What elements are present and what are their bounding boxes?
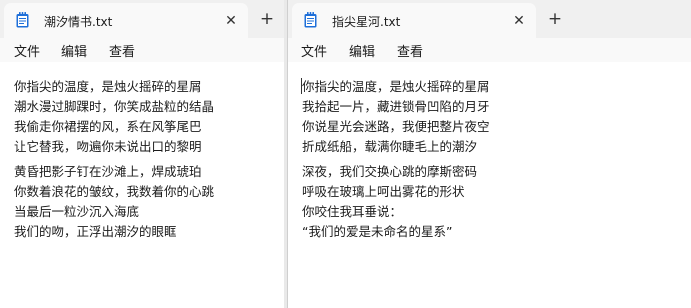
stanza-2: 深夜，我们交换心跳的摩斯密码 呼吸在玻璃上呵出雾花的形状 你咬住我耳垂说： “我…: [302, 162, 477, 242]
menu-bar: 文件 编辑 查看: [288, 38, 691, 62]
menu-bar: 文件 编辑 查看: [0, 38, 284, 62]
menu-file[interactable]: 文件: [301, 41, 327, 60]
notepad-window-left: 潮汐情书.txt ✕ + 文件 编辑 查看 你指尖的温度，是烛火摇碎的星屑 潮水…: [0, 0, 284, 308]
menu-view[interactable]: 查看: [109, 41, 135, 60]
text-line: 你指尖的温度，是烛火摇碎的星屑: [14, 79, 202, 94]
menu-edit[interactable]: 编辑: [349, 41, 375, 60]
text-line: 你咬住我耳垂说：: [302, 204, 403, 219]
stanza-1: 你指尖的温度，是烛火摇碎的星屑 潮水漫过脚踝时，你笑成盐粒的结晶 我偷走你裙摆的…: [14, 77, 214, 157]
tab-bar: 指尖星河.txt ✕ +: [288, 0, 691, 38]
notepad-icon: [16, 12, 29, 28]
text-line: 你说星光会迷路，我便把整片夜空: [302, 119, 490, 134]
text-line: 黄昏把影子钉在沙滩上，焊成琥珀: [14, 164, 202, 179]
menu-file[interactable]: 文件: [14, 41, 40, 60]
text-line: 潮水漫过脚踝时，你笑成盐粒的结晶: [14, 99, 215, 114]
text-line: 你数着浪花的皱纹，我数着你的心跳: [14, 184, 215, 199]
text-line: 让它替我，吻遍你未说出口的黎明: [14, 139, 202, 154]
notepad-window-right: 指尖星河.txt ✕ + 文件 编辑 查看 你指尖的温度，是烛火摇碎的星屑 我拾…: [287, 0, 691, 308]
notepad-icon: [304, 12, 317, 28]
close-icon[interactable]: ✕: [222, 12, 240, 30]
text-line: 我拾起一片，藏进锁骨凹陷的月牙: [302, 99, 490, 114]
text-line: 你指尖的温度，是烛火摇碎的星屑: [302, 79, 490, 94]
menu-view[interactable]: 查看: [397, 41, 423, 60]
text-line: “我们的爱是未命名的星系”: [302, 224, 453, 239]
text-line: 深夜，我们交换心跳的摩斯密码: [302, 164, 478, 179]
plus-icon[interactable]: +: [258, 10, 276, 28]
text-editor[interactable]: 你指尖的温度，是烛火摇碎的星屑 潮水漫过脚踝时，你笑成盐粒的结晶 我偷走你裙摆的…: [0, 63, 284, 308]
tab-title: 指尖星河.txt: [332, 15, 401, 29]
text-line: 我们的吻，正浮出潮汐的眼眶: [14, 224, 177, 239]
close-icon[interactable]: ✕: [510, 12, 528, 30]
text-line: 我偷走你裙摆的风，系在风筝尾巴: [14, 119, 202, 134]
menu-edit[interactable]: 编辑: [61, 41, 87, 60]
text-line: 折成纸船，载满你睫毛上的潮汐: [302, 139, 478, 154]
text-line: 当最后一粒沙沉入海底: [14, 204, 140, 219]
tab-active[interactable]: 指尖星河.txt ✕: [292, 3, 536, 38]
plus-icon[interactable]: +: [546, 10, 564, 28]
text-line: 呼吸在玻璃上呵出雾花的形状: [302, 184, 465, 199]
tab-title: 潮汐情书.txt: [44, 15, 113, 29]
stanza-2: 黄昏把影子钉在沙滩上，焊成琥珀 你数着浪花的皱纹，我数着你的心跳 当最后一粒沙沉…: [14, 162, 214, 242]
stanza-1: 你指尖的温度，是烛火摇碎的星屑 我拾起一片，藏进锁骨凹陷的月牙 你说星光会迷路，…: [302, 77, 490, 157]
text-editor[interactable]: 你指尖的温度，是烛火摇碎的星屑 我拾起一片，藏进锁骨凹陷的月牙 你说星光会迷路，…: [288, 63, 691, 308]
tab-bar: 潮汐情书.txt ✕ +: [0, 0, 284, 38]
tab-active[interactable]: 潮汐情书.txt ✕: [4, 3, 248, 38]
